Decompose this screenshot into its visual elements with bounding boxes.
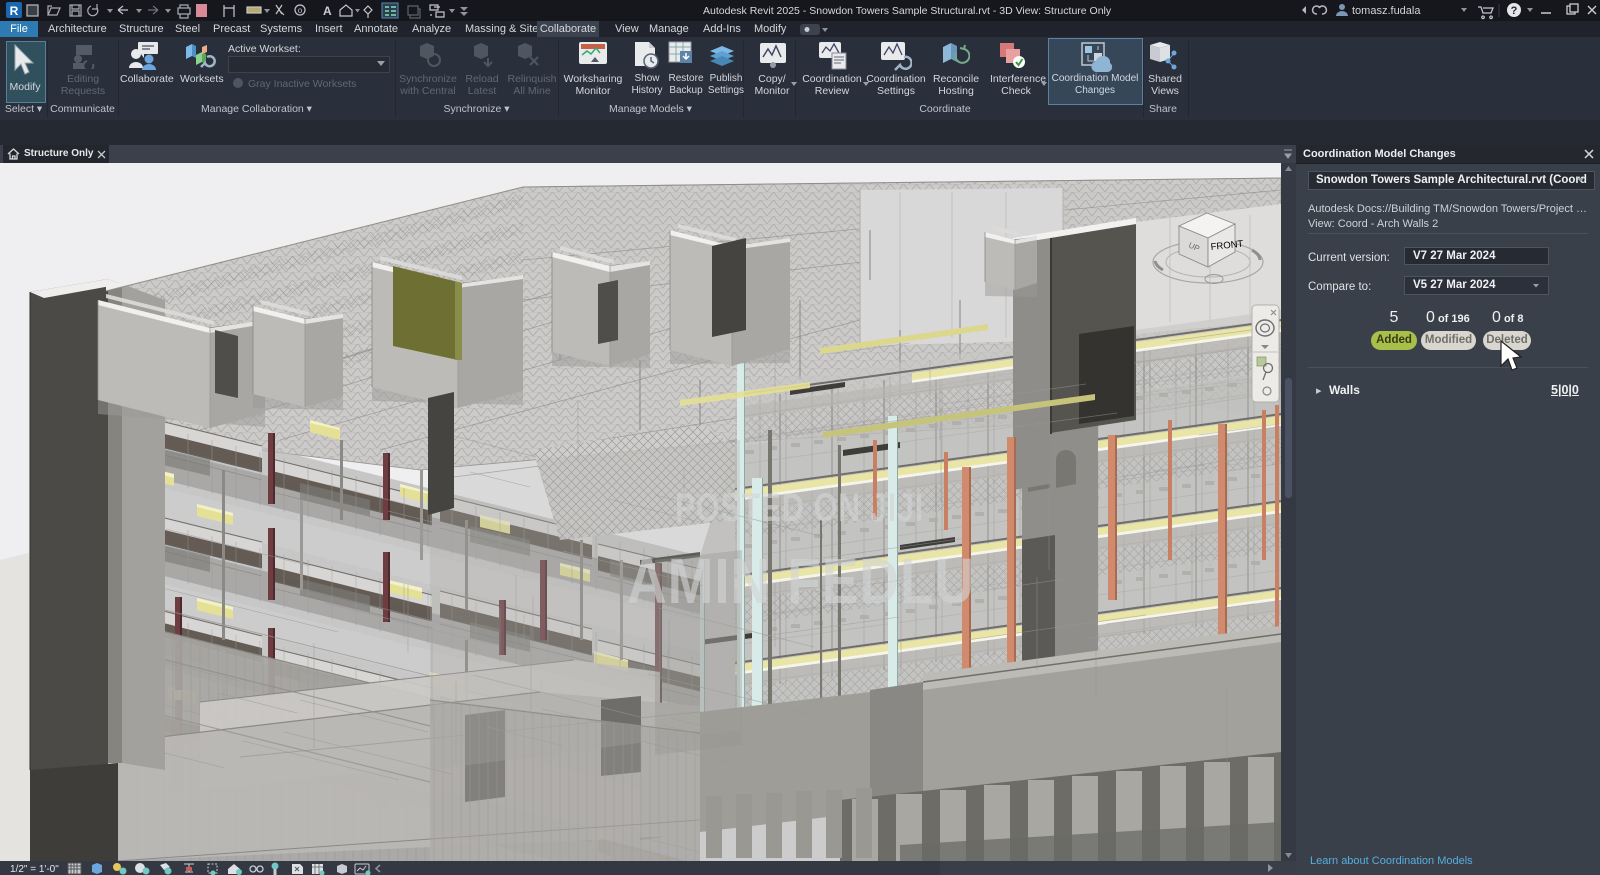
svg-text:A: A — [323, 4, 332, 18]
svg-text:o: o — [298, 6, 303, 15]
svg-text:1/2" = 1'-0": 1/2" = 1'-0" — [10, 864, 59, 875]
svg-text:tomasz.fudala: tomasz.fudala — [1352, 5, 1421, 17]
svg-text:?: ? — [1511, 5, 1518, 17]
svg-text:R: R — [10, 4, 19, 18]
